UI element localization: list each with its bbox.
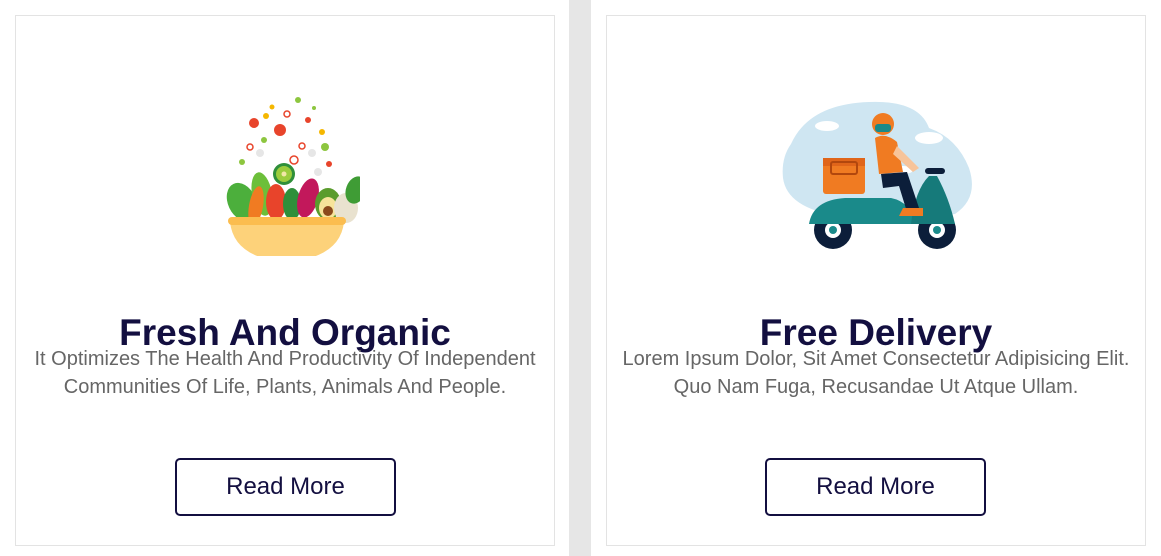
- panel-left: Fresh And Organic It Optimizes The Healt…: [0, 0, 569, 556]
- feature-card-fresh: Fresh And Organic It Optimizes The Healt…: [15, 15, 555, 546]
- feature-card-delivery: Free Delivery Lorem Ipsum Dolor, Sit Ame…: [606, 15, 1146, 546]
- card-description: It Optimizes The Health And Productivity…: [34, 348, 536, 398]
- delivery-scooter-icon: [782, 101, 972, 249]
- panel-right: Free Delivery Lorem Ipsum Dolor, Sit Ame…: [591, 0, 1161, 556]
- card-description: Lorem Ipsum Dolor, Sit Amet Consectetur …: [622, 348, 1130, 398]
- salad-bowl-icon: [226, 97, 360, 256]
- read-more-button[interactable]: Read More: [765, 458, 986, 516]
- read-more-button[interactable]: Read More: [175, 458, 396, 516]
